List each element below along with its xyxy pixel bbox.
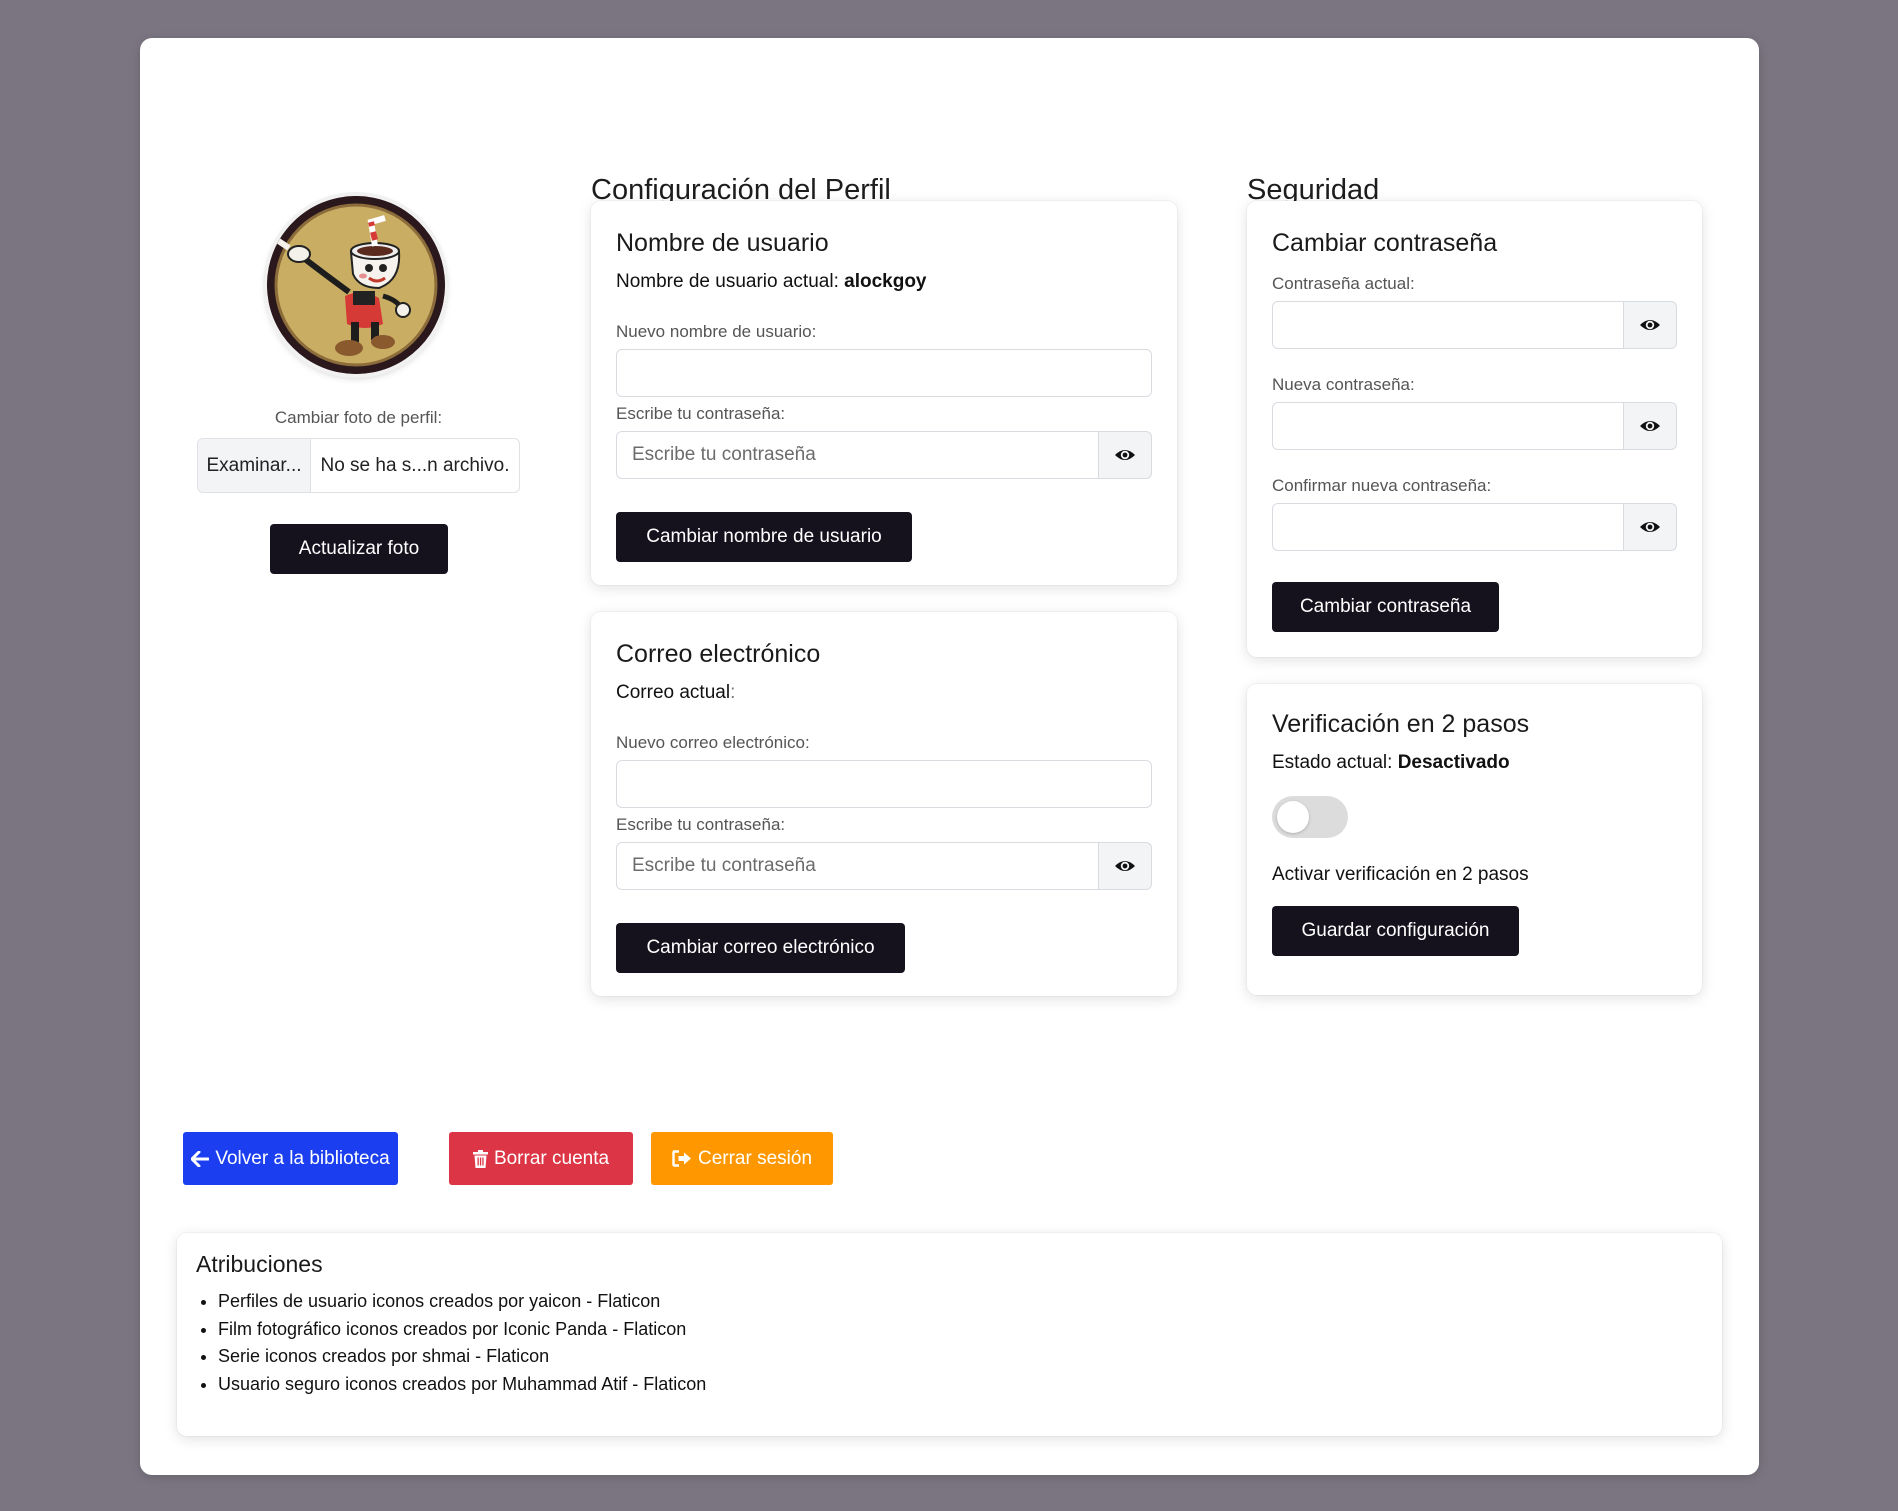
cartoon-character-image [267, 196, 445, 374]
attributions-list: Perfiles de usuario iconos creados por y… [194, 1288, 706, 1398]
password-card-title: Cambiar contraseña [1272, 229, 1498, 257]
attribution-item: Film fotográfico iconos creados por Icon… [218, 1316, 706, 1344]
change-photo-label: Cambiar foto de perfil: [274, 408, 443, 427]
email-card-title: Correo electrónico [616, 640, 821, 668]
username-password-toggle[interactable] [1099, 431, 1152, 479]
two-factor-card: Verificación en 2 pasos Estado actual: D… [1247, 684, 1702, 995]
two-factor-toggle-label: Activar verificación en 2 pasos [1272, 864, 1529, 885]
new-email-label: Nuevo correo electrónico: [616, 733, 810, 752]
delete-account-label: Borrar cuenta [493, 1147, 610, 1169]
change-password-button[interactable]: Cambiar contraseña [1272, 582, 1499, 632]
eye-icon [1115, 450, 1135, 460]
current-username-value: alockgoy [844, 271, 927, 292]
back-to-library-label: Volver a la biblioteca [215, 1147, 390, 1169]
two-factor-status-value: Desactivado [1397, 752, 1510, 773]
update-photo-button[interactable]: Actualizar foto [270, 524, 448, 574]
toggle-knob [1277, 801, 1309, 833]
new-username-label: Nuevo nombre de usuario: [616, 322, 817, 341]
back-to-library-button[interactable]: Volver a la biblioteca [183, 1132, 398, 1185]
file-name-display: No se ha s...n archivo. [320, 454, 510, 476]
logout-label: Cerrar sesión [697, 1147, 813, 1169]
confirm-password-input[interactable] [1272, 503, 1624, 551]
current-password-label: Contraseña actual: [1272, 274, 1415, 293]
new-email-input[interactable] [616, 760, 1152, 808]
new-password-label: Nueva contraseña: [1272, 375, 1415, 394]
file-browse-button[interactable]: Examinar... [198, 439, 311, 492]
change-username-button[interactable]: Cambiar nombre de usuario [616, 512, 912, 562]
password-card: Cambiar contraseña Contraseña actual: Nu… [1247, 201, 1702, 657]
logout-button[interactable]: Cerrar sesión [651, 1132, 833, 1185]
current-email-line: Correo actual: [616, 682, 735, 704]
confirm-password-toggle[interactable] [1624, 503, 1677, 551]
profile-avatar [267, 196, 445, 374]
current-password-toggle[interactable] [1624, 301, 1677, 349]
username-password-input[interactable] [616, 431, 1099, 479]
email-password-label: Escribe tu contraseña: [616, 815, 786, 834]
username-card: Nombre de usuario Nombre de usuario actu… [591, 201, 1177, 585]
new-password-input[interactable] [1272, 402, 1624, 450]
attribution-item: Perfiles de usuario iconos creados por y… [218, 1288, 706, 1316]
sign-out-icon [672, 1150, 691, 1167]
current-email-colon: : [730, 682, 736, 703]
new-username-input[interactable] [616, 349, 1152, 397]
email-password-input[interactable] [616, 842, 1099, 890]
eye-icon [1640, 421, 1660, 431]
email-card: Correo electrónico Correo actual: Nuevo … [591, 612, 1177, 996]
eye-icon [1640, 320, 1660, 330]
current-email-label: Correo actual [616, 682, 731, 703]
two-factor-status-line: Estado actual: Desactivado [1272, 752, 1510, 774]
confirm-password-label: Confirmar nueva contraseña: [1272, 476, 1492, 495]
current-password-input[interactable] [1272, 301, 1624, 349]
two-factor-toggle-switch[interactable] [1272, 796, 1348, 838]
username-password-label: Escribe tu contraseña: [616, 404, 786, 423]
current-username-line: Nombre de usuario actual: alockgoy [616, 271, 927, 293]
two-factor-card-title: Verificación en 2 pasos [1272, 710, 1530, 738]
change-email-button[interactable]: Cambiar correo electrónico [616, 923, 905, 973]
photo-file-input[interactable]: Examinar... No se ha s...n archivo. [197, 438, 520, 493]
save-two-factor-button[interactable]: Guardar configuración [1272, 906, 1519, 956]
arrow-left-icon [191, 1150, 210, 1167]
two-factor-status-label: Estado actual: [1272, 752, 1393, 773]
settings-panel: Cambiar foto de perfil: Examinar... No s… [140, 38, 1759, 1475]
email-password-toggle[interactable] [1099, 842, 1152, 890]
attributions-title: Atribuciones [196, 1251, 323, 1277]
new-password-toggle[interactable] [1624, 402, 1677, 450]
delete-account-button[interactable]: Borrar cuenta [449, 1132, 633, 1185]
eye-icon [1640, 522, 1660, 532]
trash-icon [472, 1149, 488, 1168]
attribution-item: Usuario seguro iconos creados por Muhamm… [218, 1371, 706, 1399]
attribution-item: Serie iconos creados por shmai - Flatico… [218, 1343, 706, 1371]
username-card-title: Nombre de usuario [616, 229, 829, 257]
eye-icon [1115, 861, 1135, 871]
current-username-label: Nombre de usuario actual: [616, 271, 839, 292]
